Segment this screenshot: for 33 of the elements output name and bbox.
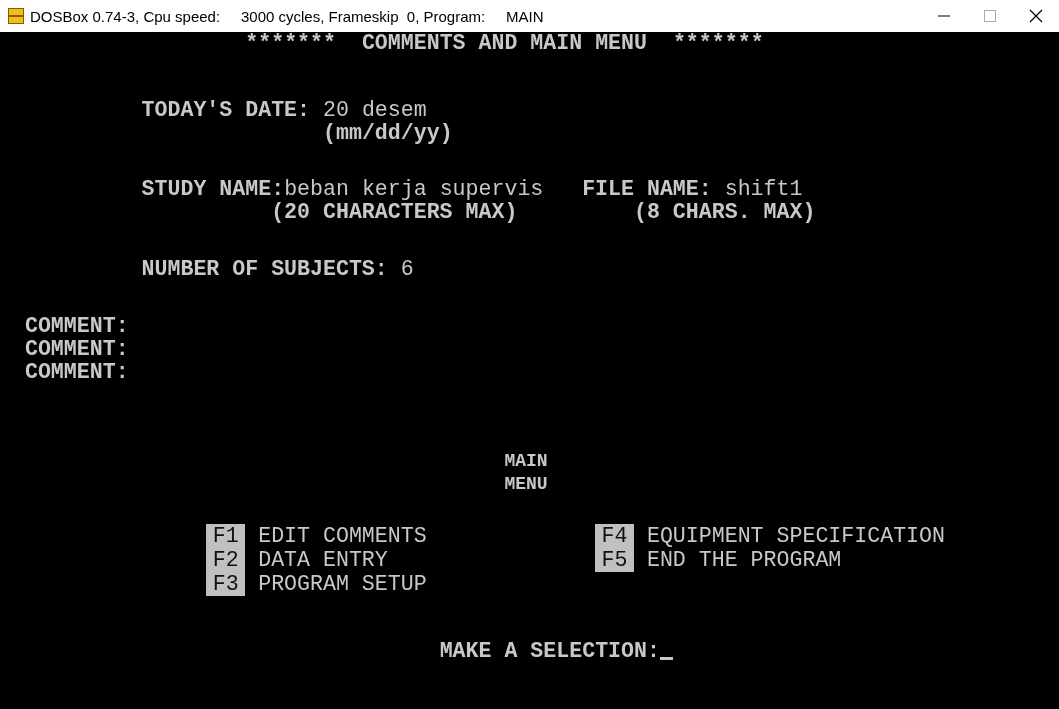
study-name-value: beban kerja supervis	[284, 178, 544, 201]
subjects-value: 6	[400, 258, 414, 281]
window-title: DOSBox 0.74-3, Cpu speed: 3000 cycles, Frameskip 0, Program: MAIN	[30, 7, 545, 25]
menu-option[interactable]: EDIT COMMENTS	[258, 524, 427, 548]
function-key[interactable]: F1	[206, 524, 246, 548]
comment-label: COMMENT:	[24, 361, 129, 384]
comment-label: COMMENT:	[24, 315, 129, 338]
text-cursor	[659, 657, 673, 660]
comment-label: COMMENT:	[24, 338, 129, 361]
file-name-hint: (8 CHARS. MAX)	[634, 201, 816, 224]
study-name-label: STUDY NAME:	[141, 178, 285, 201]
subjects-label: NUMBER OF SUBJECTS:	[141, 258, 388, 281]
date-label: TODAY'S DATE:	[141, 99, 311, 122]
function-key[interactable]: F4	[595, 524, 634, 548]
menu-title: MENU	[504, 473, 548, 496]
file-name-value: shift1	[724, 178, 803, 201]
close-icon	[1029, 9, 1043, 23]
function-key[interactable]: F3	[206, 572, 246, 596]
screen-header: ******* COMMENTS AND MAIN MENU *******	[245, 32, 764, 55]
menu-option[interactable]: PROGRAM SETUP	[258, 572, 427, 596]
date-value: 20 desem	[323, 99, 427, 122]
function-key[interactable]: F2	[206, 548, 246, 572]
menu-option[interactable]: END THE PROGRAM	[646, 548, 842, 572]
app-icon	[8, 8, 24, 24]
file-name-label: FILE NAME:	[582, 178, 712, 201]
menu-option[interactable]: DATA ENTRY	[258, 548, 388, 572]
selection-prompt: MAKE A SELECTION:	[439, 640, 660, 663]
menu-option[interactable]: EQUIPMENT SPECIFICATION	[646, 524, 945, 548]
date-hint: (mm/dd/yy)	[323, 122, 453, 145]
function-key[interactable]: F5	[595, 548, 634, 572]
maximize-icon	[984, 10, 996, 22]
study-name-hint: (20 CHARACTERS MAX)	[271, 201, 518, 224]
menu-title: MAIN	[504, 450, 548, 473]
